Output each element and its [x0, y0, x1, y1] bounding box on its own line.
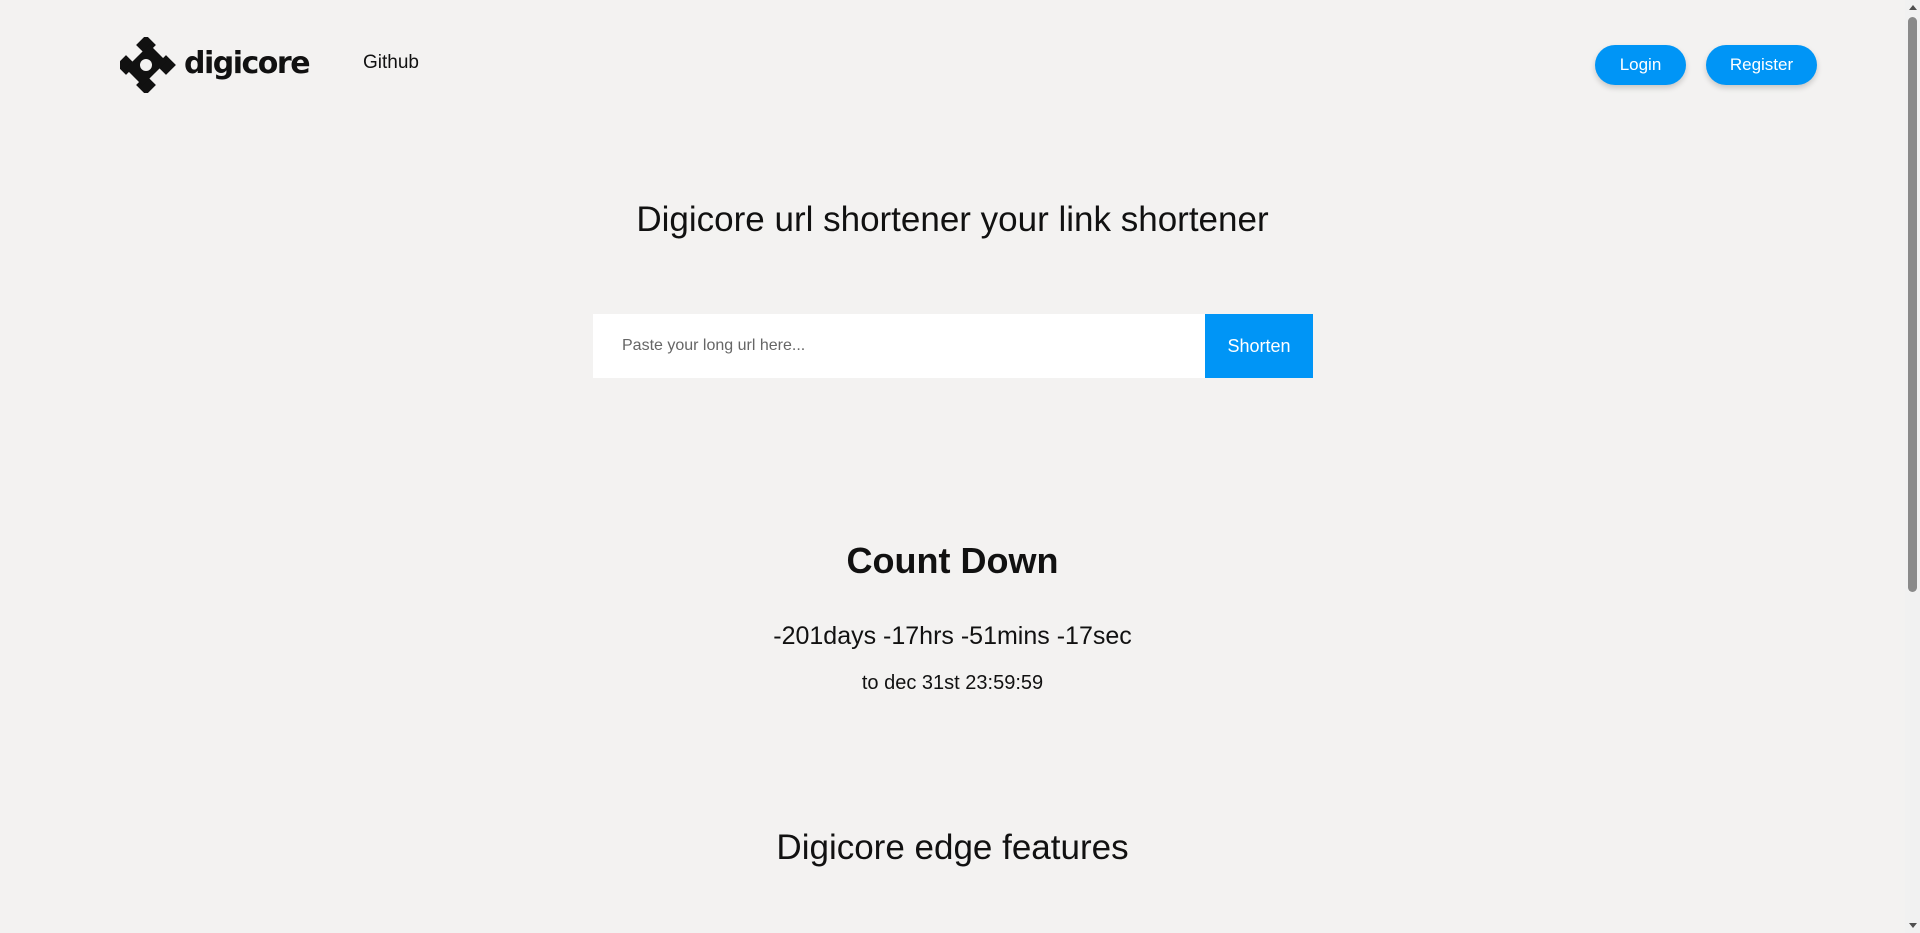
logo-text: digicore [184, 45, 311, 81]
site-header: digicore Github Login Register [0, 0, 1905, 130]
login-button[interactable]: Login [1595, 45, 1686, 85]
chevron-down-icon[interactable] [1905, 918, 1920, 933]
features-title: Digicore edge features [776, 828, 1129, 867]
chevron-up-icon[interactable] [1905, 0, 1920, 15]
countdown-value: -201days -17hrs -51mins -17sec [773, 622, 1132, 650]
page: digicore Github Login Register Digicore … [0, 0, 1905, 933]
logo-link[interactable]: digicore [120, 37, 311, 93]
register-button[interactable]: Register [1706, 45, 1817, 85]
long-url-input[interactable] [593, 314, 1205, 378]
vertical-scrollbar[interactable] [1905, 0, 1920, 933]
digicore-logo-icon [120, 37, 176, 93]
shorten-button[interactable]: Shorten [1205, 314, 1313, 378]
countdown-target: to dec 31st 23:59:59 [861, 672, 1044, 694]
nav-github-link[interactable]: Github [363, 52, 419, 74]
countdown-title: Count Down [846, 540, 1059, 581]
hero-title: Digicore url shortener your link shorten… [636, 200, 1269, 239]
shorten-form: Shorten [593, 314, 1313, 378]
scrollbar-thumb[interactable] [1908, 17, 1917, 592]
